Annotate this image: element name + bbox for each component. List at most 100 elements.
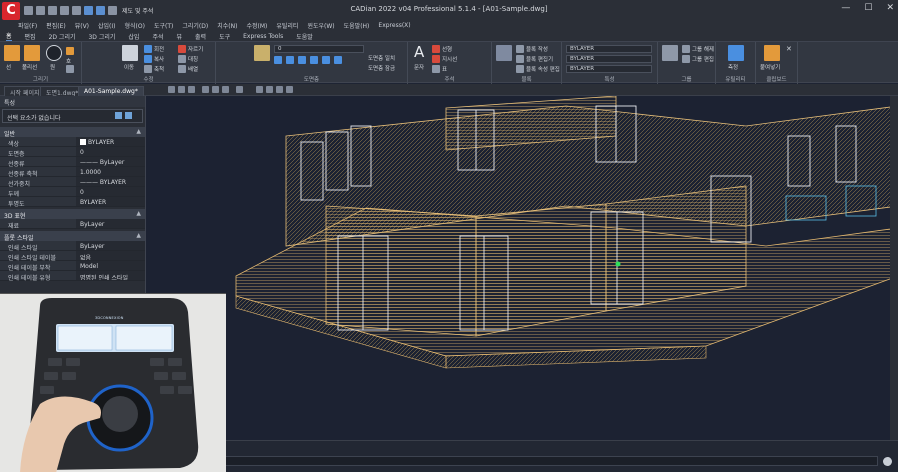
- cut-icon[interactable]: ✕: [786, 45, 792, 53]
- measure-icon[interactable]: [728, 45, 744, 61]
- linear-dim-icon[interactable]: [432, 45, 440, 53]
- close-icon[interactable]: [883, 457, 892, 466]
- copy-icon[interactable]: [144, 55, 152, 63]
- view-toolbar-icon-1[interactable]: [168, 86, 175, 93]
- property-value[interactable]: BYLAYER: [76, 197, 145, 206]
- property-row[interactable]: 색상 BYLAYER: [0, 137, 145, 148]
- property-row[interactable]: 두께 0: [0, 187, 145, 198]
- save-icon[interactable]: [48, 5, 57, 15]
- menu-window[interactable]: 윈도우(W): [307, 21, 334, 30]
- view-toolbar-icon-11[interactable]: [286, 86, 293, 93]
- menu-insert[interactable]: 삽입(I): [98, 21, 116, 30]
- view-toolbar-icon-3[interactable]: [188, 86, 195, 93]
- menu-express[interactable]: Express(X): [378, 22, 410, 29]
- group-edit-icon[interactable]: [682, 55, 690, 63]
- create-block-icon[interactable]: [516, 45, 524, 53]
- tab-annotate[interactable]: 주석: [152, 32, 163, 41]
- paste-icon[interactable]: [764, 45, 780, 61]
- undo-icon[interactable]: [84, 5, 93, 15]
- property-value[interactable]: 0: [76, 187, 145, 196]
- color-combo[interactable]: BYLAYER: [566, 45, 652, 53]
- table-icon[interactable]: [432, 65, 440, 73]
- menu-view[interactable]: 뷰(V): [75, 21, 89, 30]
- tab-insert[interactable]: 삽입: [128, 32, 139, 41]
- section-plot-style[interactable]: 플롯 스타일 ▲: [0, 231, 145, 242]
- view-toolbar-icon-2[interactable]: [178, 86, 185, 93]
- move-icon[interactable]: [122, 45, 138, 61]
- property-row[interactable]: 인쇄 테이블 부착 Model: [0, 261, 145, 272]
- tab-3d-draw[interactable]: 3D 그리기: [88, 32, 115, 41]
- open-file-icon[interactable]: [36, 5, 45, 15]
- view-toolbar-icon-7[interactable]: [236, 86, 243, 93]
- menu-edit[interactable]: 편집(E): [46, 21, 66, 30]
- mirror-icon[interactable]: [178, 55, 186, 63]
- layer-tool-icon-5[interactable]: [322, 56, 330, 64]
- viewport-scrollbar[interactable]: [890, 96, 898, 440]
- menu-dimension[interactable]: 치수(N): [217, 21, 237, 30]
- menu-format[interactable]: 형식(O): [125, 21, 145, 30]
- insert-block-icon[interactable]: [496, 45, 512, 61]
- property-row[interactable]: 선가중치 ——— BYLAYER: [0, 177, 145, 188]
- arc-icon[interactable]: [66, 47, 74, 55]
- property-value[interactable]: 없음: [76, 251, 145, 260]
- layer-tool-icon-3[interactable]: [298, 56, 306, 64]
- workspace-label[interactable]: 제도 및 주석: [122, 6, 153, 15]
- menu-file[interactable]: 파일(F): [18, 21, 37, 30]
- view-toolbar-icon-9[interactable]: [266, 86, 273, 93]
- property-row[interactable]: 선종류 ——— ByLayer: [0, 157, 145, 168]
- new-file-icon[interactable]: [24, 5, 33, 15]
- property-row[interactable]: 인쇄 스타일 테이블 없음: [0, 251, 145, 262]
- layer-combo[interactable]: 0: [274, 45, 364, 53]
- property-value[interactable]: 명명된 인쇄 스타일: [76, 271, 145, 280]
- drawing-viewport[interactable]: [146, 96, 898, 440]
- property-row[interactable]: 재료 ByLayer: [0, 219, 145, 230]
- property-value[interactable]: 1.0000: [76, 167, 145, 176]
- property-value[interactable]: 0: [76, 147, 145, 156]
- menu-draw[interactable]: 그리기(D): [182, 21, 208, 30]
- selection-dropdown[interactable]: 선택 요소가 없습니다: [2, 109, 143, 123]
- property-row[interactable]: 투명도 BYLAYER: [0, 197, 145, 208]
- linetype-combo[interactable]: BYLAYER: [566, 55, 652, 63]
- property-value[interactable]: ByLayer: [76, 241, 145, 250]
- maximize-button[interactable]: ☐: [864, 3, 872, 13]
- circle-icon[interactable]: [46, 45, 62, 61]
- tab-home[interactable]: 홈: [6, 31, 12, 41]
- menu-tools[interactable]: 도구(T): [154, 21, 173, 30]
- lineweight-combo[interactable]: BYLAYER: [566, 65, 652, 73]
- layer-properties-icon[interactable]: [254, 45, 270, 61]
- property-value[interactable]: ——— BYLAYER: [76, 177, 145, 186]
- app-logo[interactable]: C: [2, 1, 20, 20]
- tab-output[interactable]: 출력: [195, 32, 206, 41]
- layer-tool-icon-6[interactable]: [334, 56, 342, 64]
- trim-icon[interactable]: [178, 45, 186, 53]
- polyline-icon[interactable]: [24, 45, 40, 61]
- quick-select-icon[interactable]: [115, 112, 122, 119]
- layer-tool-icon-2[interactable]: [286, 56, 294, 64]
- group-icon[interactable]: [662, 45, 678, 61]
- property-value[interactable]: Model: [76, 261, 145, 270]
- tab-express-tools[interactable]: Express Tools: [243, 33, 283, 40]
- command-input[interactable]: [150, 456, 878, 466]
- layer-lock-label[interactable]: 도면층 잠금: [368, 64, 395, 72]
- rectangle-icon[interactable]: [66, 65, 74, 73]
- view-toolbar-icon-6[interactable]: [222, 86, 229, 93]
- layer-tool-icon-1[interactable]: [274, 56, 282, 64]
- text-icon[interactable]: A: [414, 43, 424, 61]
- print-icon[interactable]: [72, 5, 81, 15]
- property-value[interactable]: BYLAYER: [76, 137, 145, 146]
- tab-edit[interactable]: 편집: [25, 32, 36, 41]
- layer-tool-icon-4[interactable]: [310, 56, 318, 64]
- toggle-pickadd-icon[interactable]: [125, 112, 132, 119]
- close-button[interactable]: ✕: [886, 3, 894, 13]
- menu-help[interactable]: 도움말(H): [344, 21, 370, 30]
- tab-help[interactable]: 도움말: [296, 32, 313, 41]
- property-value[interactable]: ByLayer: [76, 219, 145, 228]
- property-row[interactable]: 인쇄 테이블 유형 명명된 인쇄 스타일: [0, 271, 145, 282]
- section-3d-visual[interactable]: 3D 표현 ▲: [0, 209, 145, 220]
- tab-2d-draw[interactable]: 2D 그리기: [49, 32, 76, 41]
- rotate-icon[interactable]: [144, 45, 152, 53]
- array-icon[interactable]: [178, 65, 186, 73]
- save-as-icon[interactable]: [60, 5, 69, 15]
- workspace-icon[interactable]: [108, 5, 117, 15]
- tab-view[interactable]: 뷰: [176, 32, 182, 41]
